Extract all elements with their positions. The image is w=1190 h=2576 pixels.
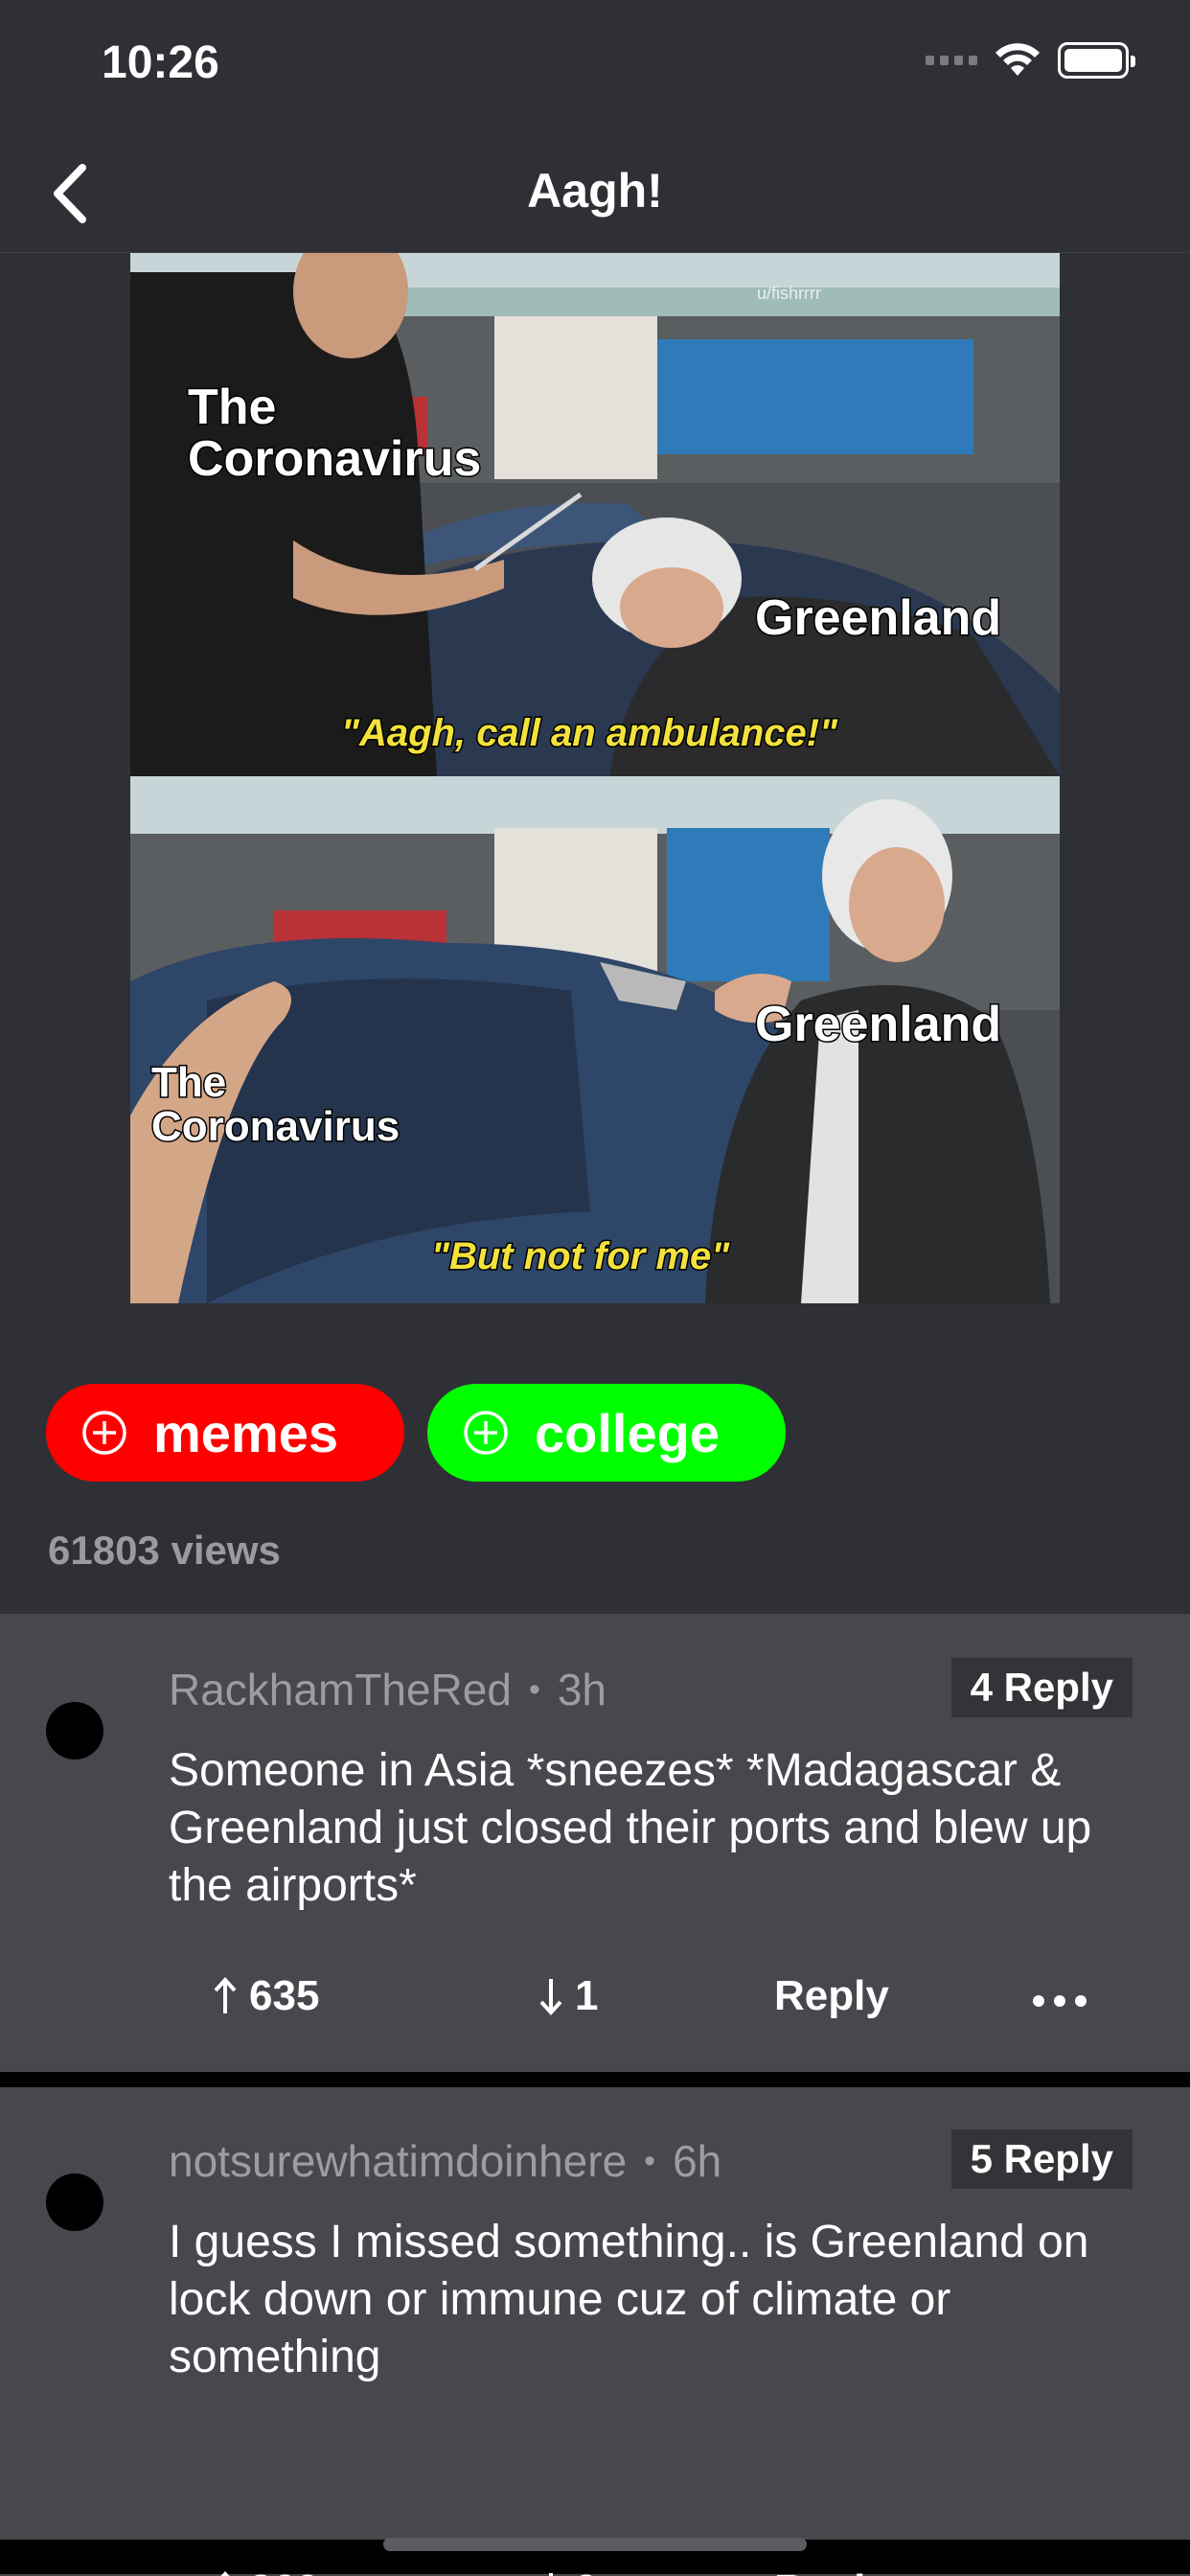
- downvote-count: 1: [575, 1972, 599, 2019]
- upvote-count: 635: [249, 1972, 320, 2019]
- battery-icon: [1058, 42, 1135, 79]
- post-image[interactable]: u/fishrrrr The Coronavirus Greenland "Aag…: [130, 253, 1060, 1303]
- upvote-count: 360: [249, 2566, 319, 2576]
- meme-top-label-country: Greenland: [755, 590, 1001, 646]
- cellular-signal-icon: [926, 56, 977, 65]
- reply-count-badge[interactable]: 5 Reply: [950, 2129, 1133, 2189]
- avatar[interactable]: [46, 1702, 103, 1760]
- avatar[interactable]: [46, 2174, 103, 2231]
- downvote-button[interactable]: 9: [538, 2566, 598, 2576]
- page-title: Aagh!: [527, 164, 663, 218]
- plus-circle-icon: [82, 1411, 126, 1455]
- arrow-down-icon: [549, 2573, 553, 2576]
- comment-list: RackhamTheRed • 3h 4 Reply Someone in As…: [0, 1614, 1190, 2576]
- nav-bar: Aagh!: [0, 134, 1190, 253]
- tag-list: memes college: [46, 1384, 786, 1482]
- comment-text: Someone in Asia *sneezes* *Madagascar & …: [169, 1745, 1092, 1911]
- plus-circle-icon: [464, 1411, 508, 1455]
- meme-top-panel: [130, 253, 1060, 776]
- comment-meta: RackhamTheRed • 3h: [169, 1664, 606, 1715]
- reply-button[interactable]: Reply: [774, 2566, 889, 2576]
- comment-item: notsurewhatimdoinhere • 6h 5 Reply I gue…: [0, 2087, 1190, 2540]
- tag-label: memes: [153, 1402, 339, 1463]
- upvote-button[interactable]: 635: [213, 1972, 319, 2020]
- downvote-button[interactable]: 1: [538, 1972, 598, 2020]
- upvote-button[interactable]: 360: [213, 2566, 319, 2576]
- tag-college[interactable]: college: [427, 1384, 786, 1482]
- reply-count-badge[interactable]: 4 Reply: [950, 1658, 1133, 1717]
- meme-bottom-label-country: Greenland: [755, 997, 1001, 1052]
- reply-button[interactable]: Reply: [774, 1972, 889, 2020]
- status-bar: 10:26: [0, 0, 1190, 134]
- view-count: 61803 views: [48, 1528, 281, 1573]
- arrow-down-icon: [539, 1979, 562, 2015]
- status-time: 10:26: [102, 37, 219, 88]
- more-options-button[interactable]: [1033, 1995, 1087, 2007]
- meta-separator: •: [644, 2142, 656, 2179]
- meme-watermark: u/fishrrrr: [757, 284, 821, 303]
- comment-username[interactable]: RackhamTheRed: [169, 1664, 512, 1715]
- status-icons: [926, 42, 1135, 79]
- meme-bottom-caption: "But not for me": [431, 1235, 730, 1277]
- comment-time: 6h: [673, 2136, 722, 2186]
- tag-memes[interactable]: memes: [46, 1384, 404, 1482]
- arrow-up-icon: [214, 1977, 237, 2013]
- comment-text: I guess I missed something.. is Greenlan…: [169, 2217, 1089, 2382]
- wifi-icon: [995, 43, 1040, 76]
- tag-label: college: [535, 1402, 720, 1463]
- more-dots-icon: [1033, 1995, 1087, 2007]
- comment-username[interactable]: notsurewhatimdoinhere: [169, 2135, 627, 2187]
- meta-separator: •: [528, 1670, 540, 1708]
- comment-time: 3h: [557, 1665, 607, 1714]
- downvote-count: 9: [575, 2566, 598, 2576]
- comment-meta: notsurewhatimdoinhere • 6h: [169, 2135, 721, 2187]
- arrow-up-icon: [220, 2571, 230, 2576]
- home-indicator[interactable]: [383, 2538, 807, 2551]
- comment-item: RackhamTheRed • 3h 4 Reply Someone in As…: [0, 1614, 1190, 2072]
- meme-top-caption: "Aagh, call an ambulance!": [341, 712, 838, 754]
- comment-actions: 635 1 Reply: [0, 1972, 1190, 2039]
